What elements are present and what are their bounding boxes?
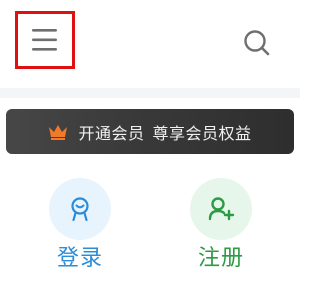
vip-banner-text: 开通会员 尊享会员权益	[78, 120, 251, 144]
login-icon-circle	[49, 178, 111, 240]
register-icon-circle	[190, 178, 252, 240]
user-badge-icon	[71, 197, 89, 222]
hamburger-menu-icon	[32, 29, 57, 51]
vip-open-text: 开通会员	[78, 123, 145, 143]
crown-icon	[49, 124, 68, 140]
menu-button[interactable]	[15, 11, 75, 69]
section-divider	[0, 88, 300, 98]
top-bar	[0, 0, 300, 88]
login-label: 登录	[56, 246, 103, 271]
vip-benefit-text: 尊享会员权益	[152, 123, 252, 143]
register-label: 注册	[197, 246, 244, 271]
register-button[interactable]: 注册	[186, 178, 256, 288]
search-icon	[244, 30, 270, 56]
add-user-icon	[208, 197, 235, 221]
search-button[interactable]	[242, 28, 272, 58]
vip-banner[interactable]: 开通会员 尊享会员权益	[6, 109, 294, 154]
login-button[interactable]: 登录	[45, 178, 115, 288]
